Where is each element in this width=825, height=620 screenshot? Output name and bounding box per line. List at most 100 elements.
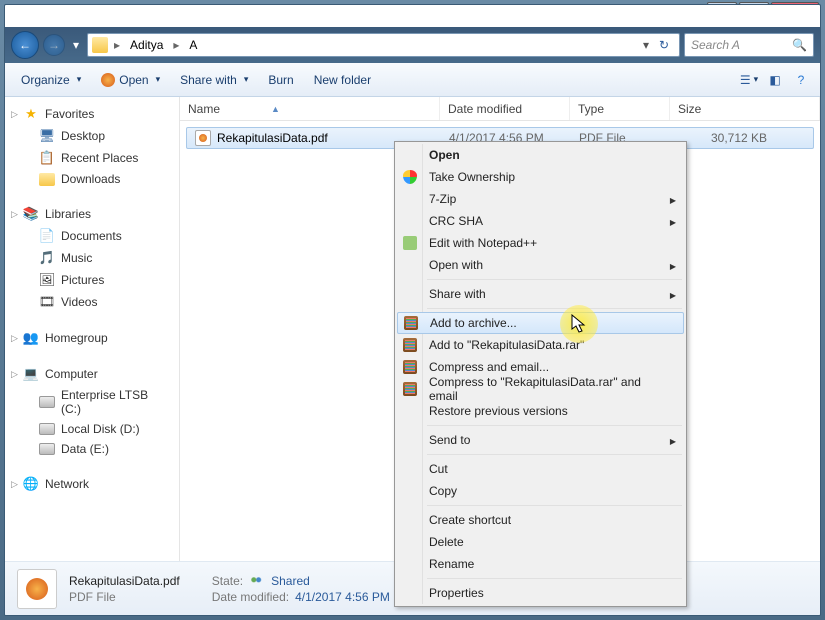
help-button[interactable]: ? (790, 69, 812, 91)
column-headers: Name▲ Date modified Type Size (180, 97, 820, 121)
submenu-arrow-icon (670, 214, 676, 228)
sidebar-item-label: Videos (61, 295, 97, 309)
sort-indicator-icon: ▲ (271, 104, 280, 114)
cm-restore[interactable]: Restore previous versions (397, 400, 684, 422)
sidebar-homegroup[interactable]: ▷👥Homegroup (5, 327, 179, 349)
organize-button[interactable]: Organize (13, 69, 89, 91)
star-icon: ★ (23, 106, 39, 122)
column-type[interactable]: Type (570, 97, 670, 120)
folder-icon (92, 37, 108, 53)
sidebar-label: Libraries (45, 207, 91, 221)
recent-icon: 📋 (39, 150, 55, 166)
cm-shortcut[interactable]: Create shortcut (397, 509, 684, 531)
cm-separator (427, 454, 682, 455)
sidebar-label: Favorites (45, 107, 94, 121)
breadcrumb-seg[interactable]: A (185, 36, 201, 54)
back-button[interactable]: ← (11, 31, 39, 59)
winrar-icon (402, 381, 418, 397)
sidebar-label: Network (45, 477, 89, 491)
search-input[interactable]: Search A 🔍 (684, 33, 814, 57)
sidebar-item-desktop[interactable]: 🖥Desktop (5, 125, 179, 147)
sidebar-item-label: Data (E:) (61, 442, 109, 456)
submenu-arrow-icon (670, 433, 676, 447)
network-icon: 🌐 (23, 476, 39, 492)
cm-compress-rar-email[interactable]: Compress to "RekapitulasiData.rar" and e… (397, 378, 684, 400)
sidebar-network[interactable]: ▷🌐Network (5, 473, 179, 495)
share-button[interactable]: Share with (172, 69, 256, 91)
cm-label: Add to archive... (430, 316, 517, 330)
open-button[interactable]: Open (93, 69, 168, 91)
homegroup-icon: 👥 (23, 330, 39, 346)
sidebar-item-documents[interactable]: 📄Documents (5, 225, 179, 247)
cm-take-ownership[interactable]: Take Ownership (397, 166, 684, 188)
history-dropdown[interactable]: ▾ (69, 35, 83, 55)
breadcrumb-seg[interactable]: Aditya (126, 36, 167, 54)
cm-notepadpp[interactable]: Edit with Notepad++ (397, 232, 684, 254)
cm-separator (427, 425, 682, 426)
address-field[interactable]: ▸ Aditya ▸ A ▾ ↻ (87, 33, 680, 57)
view-button[interactable]: ☰ (738, 69, 760, 91)
cm-delete[interactable]: Delete (397, 531, 684, 553)
cm-crcsha[interactable]: CRC SHA (397, 210, 684, 232)
sidebar-item-label: Documents (61, 229, 122, 243)
cm-add-rar[interactable]: Add to "RekapitulasiData.rar" (397, 334, 684, 356)
cm-separator (427, 578, 682, 579)
column-size[interactable]: Size (670, 97, 820, 120)
sidebar-item-label: Music (61, 251, 92, 265)
cm-label: 7-Zip (429, 192, 456, 206)
search-icon: 🔍 (792, 38, 807, 52)
sidebar-item-downloads[interactable]: Downloads (5, 169, 179, 189)
sidebar-item-label: Recent Places (61, 151, 138, 165)
cm-rename[interactable]: Rename (397, 553, 684, 575)
music-icon: 🎵 (39, 250, 55, 266)
sidebar-item-pictures[interactable]: 🖼Pictures (5, 269, 179, 291)
details-modified-label: Date modified: (212, 590, 289, 604)
sidebar-libraries[interactable]: ▷📚Libraries (5, 203, 179, 225)
winrar-icon (403, 315, 419, 331)
address-bar: ← → ▾ ▸ Aditya ▸ A ▾ ↻ Search A 🔍 (5, 27, 820, 63)
cm-sharewith[interactable]: Share with (397, 283, 684, 305)
cm-label: Edit with Notepad++ (429, 236, 537, 250)
cm-cut[interactable]: Cut (397, 458, 684, 480)
drive-icon (39, 423, 55, 435)
cm-label: CRC SHA (429, 214, 483, 228)
column-date[interactable]: Date modified (440, 97, 570, 120)
cm-separator (427, 308, 682, 309)
sidebar-item-label: Downloads (61, 172, 120, 186)
address-dropdown[interactable]: ▾ (643, 38, 649, 52)
sidebar-item-label: Pictures (61, 273, 104, 287)
sidebar-item-recent[interactable]: 📋 Recent Places (5, 147, 179, 169)
cm-copy[interactable]: Copy (397, 480, 684, 502)
sidebar-item-drive-c[interactable]: Enterprise LTSB (C:) (5, 385, 179, 419)
sidebar: ▷★Favorites 🖥Desktop 📋Recent Places Down… (5, 97, 180, 561)
shared-icon (249, 575, 265, 587)
sidebar-item-drive-d[interactable]: Local Disk (D:) (5, 419, 179, 439)
cm-properties[interactable]: Properties (397, 582, 684, 604)
cm-sendto[interactable]: Send to (397, 429, 684, 451)
details-modified-value: 4/1/2017 4:56 PM (295, 590, 390, 604)
file-name: RekapitulasiData.pdf (217, 131, 328, 145)
sidebar-item-drive-e[interactable]: Data (E:) (5, 439, 179, 459)
cm-openwith[interactable]: Open with (397, 254, 684, 276)
cm-add-archive[interactable]: Add to archive... (397, 312, 684, 334)
cm-open[interactable]: Open (397, 144, 684, 166)
column-name[interactable]: Name▲ (180, 97, 440, 120)
burn-button[interactable]: Burn (260, 69, 301, 91)
forward-button[interactable]: → (43, 34, 65, 56)
refresh-button[interactable]: ↻ (653, 38, 675, 52)
cm-7zip[interactable]: 7-Zip (397, 188, 684, 210)
breadcrumb-arrow[interactable]: ▸ (171, 38, 181, 52)
cm-label: Share with (429, 287, 486, 301)
sidebar-item-videos[interactable]: 🎞Videos (5, 291, 179, 313)
newfolder-button[interactable]: New folder (306, 69, 379, 91)
preview-pane-button[interactable]: ◧ (764, 69, 786, 91)
sidebar-item-label: Desktop (61, 129, 105, 143)
pdf-icon (195, 130, 211, 146)
sidebar-item-label: Enterprise LTSB (C:) (61, 388, 171, 416)
submenu-arrow-icon (670, 258, 676, 272)
sidebar-computer[interactable]: ▷💻Computer (5, 363, 179, 385)
details-state-label: State: (212, 574, 243, 588)
breadcrumb-arrow[interactable]: ▸ (112, 38, 122, 52)
sidebar-favorites[interactable]: ▷★Favorites (5, 103, 179, 125)
sidebar-item-music[interactable]: 🎵 Music (5, 247, 179, 269)
